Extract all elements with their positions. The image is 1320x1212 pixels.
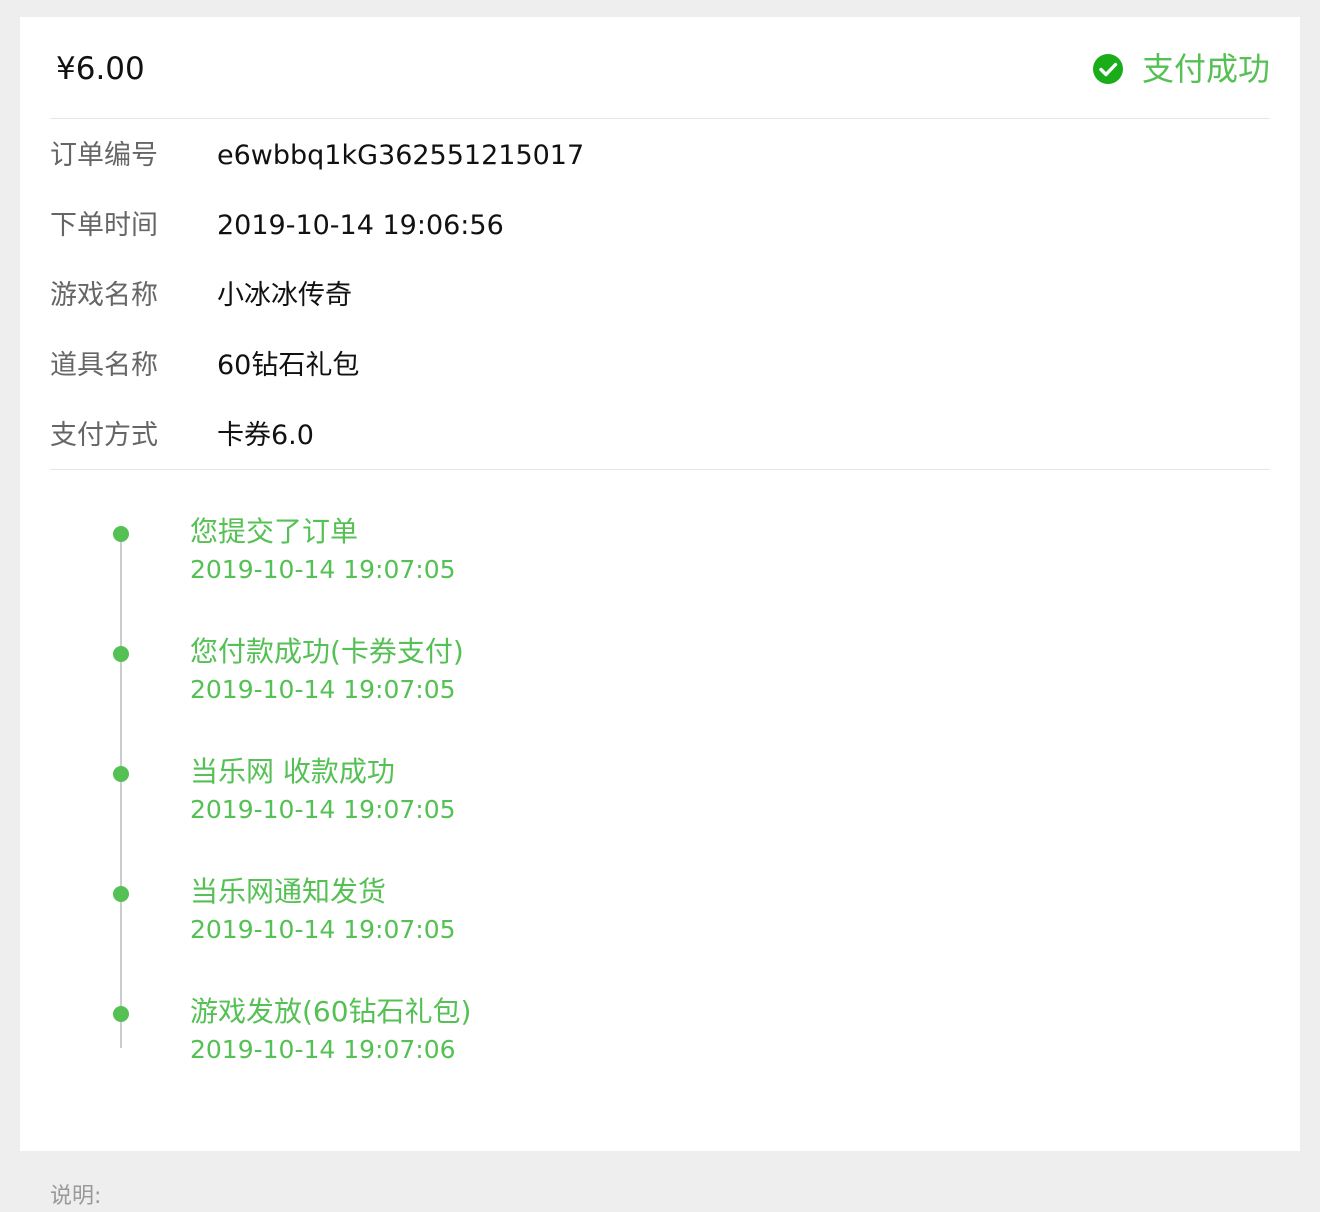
- timeline-event-title: 当乐网 收款成功: [190, 755, 395, 788]
- game-name-label: 游戏名称: [50, 280, 158, 311]
- timeline-event-time: 2019-10-14 19:07:05: [190, 795, 456, 824]
- timeline-event-time: 2019-10-14 19:07:05: [190, 675, 456, 704]
- timeline-dot: [113, 1006, 129, 1022]
- timeline-dot: [113, 766, 129, 782]
- payment-status: 支付成功: [1092, 49, 1270, 89]
- payment-method-label: 支付方式: [50, 420, 158, 451]
- item-name-value: 60钻石礼包: [217, 350, 360, 381]
- check-circle-icon: [1092, 54, 1123, 84]
- game-name-value: 小冰冰传奇: [217, 280, 352, 311]
- timeline-event: 当乐网通知发货 2019-10-14 19:07:05: [20, 830, 1300, 944]
- order-detail-card: ¥6.00 支付成功 订单编号 e6wbbq1kG362551215017 下单…: [20, 17, 1300, 1151]
- order-timeline: 您提交了订单 2019-10-14 19:07:05 您付款成功(卡券支付) 2…: [20, 470, 1300, 1110]
- timeline-dot: [113, 526, 129, 542]
- timeline-event: 当乐网 收款成功 2019-10-14 19:07:05: [20, 710, 1300, 824]
- timeline-event: 您提交了订单 2019-10-14 19:07:05: [20, 470, 1300, 584]
- notes-label: 说明:: [50, 1184, 102, 1209]
- payment-method-value: 卡券6.0: [217, 420, 314, 451]
- timeline-event-title: 您提交了订单: [190, 515, 359, 548]
- order-number-value: e6wbbq1kG362551215017: [217, 140, 585, 171]
- timeline-event-time: 2019-10-14 19:07:06: [190, 1035, 456, 1064]
- timeline-dot: [113, 646, 129, 662]
- timeline-event-title: 当乐网通知发货: [190, 875, 387, 908]
- order-time-label: 下单时间: [50, 210, 158, 241]
- order-time-value: 2019-10-14 19:06:56: [217, 210, 504, 241]
- order-info: 订单编号 e6wbbq1kG362551215017 下单时间 2019-10-…: [50, 119, 1270, 470]
- order-header: ¥6.00 支付成功: [50, 17, 1270, 119]
- order-number-label: 订单编号: [50, 140, 158, 171]
- timeline-dot: [113, 886, 129, 902]
- timeline-event-time: 2019-10-14 19:07:05: [190, 915, 456, 944]
- order-amount: ¥6.00: [56, 51, 145, 87]
- timeline-event-title: 您付款成功(卡券支付): [190, 635, 464, 668]
- payment-status-text: 支付成功: [1141, 50, 1270, 88]
- timeline-event: 游戏发放(60钻石礼包) 2019-10-14 19:07:06: [20, 950, 1300, 1064]
- timeline-event-title: 游戏发放(60钻石礼包): [190, 995, 472, 1028]
- timeline-event: 您付款成功(卡券支付) 2019-10-14 19:07:05: [20, 590, 1300, 704]
- item-name-label: 道具名称: [50, 350, 158, 381]
- timeline-event-time: 2019-10-14 19:07:05: [190, 555, 456, 584]
